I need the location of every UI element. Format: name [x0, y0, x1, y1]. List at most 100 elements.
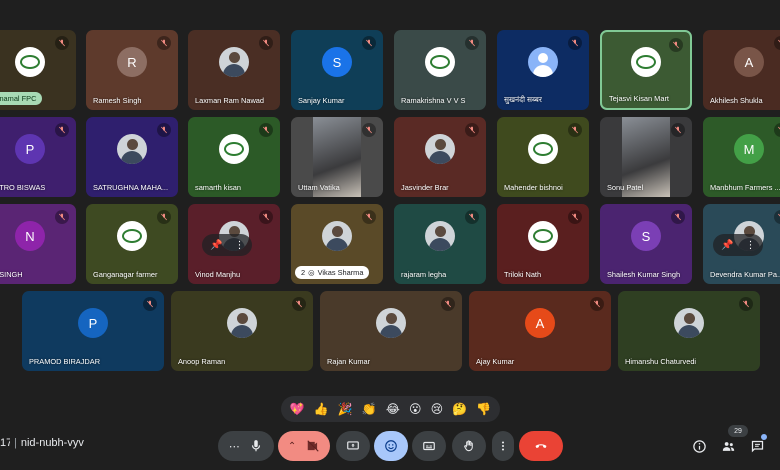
mic-off-icon [296, 300, 302, 308]
mic-off-icon [161, 126, 167, 134]
mic-off-icon [673, 41, 679, 49]
participant-tile[interactable]: Tejasvi Kisan Mart [600, 30, 692, 110]
participant-avatar [528, 134, 558, 164]
chat-icon [751, 440, 763, 452]
mic-muted-indicator [55, 210, 69, 224]
mic-off-icon [366, 126, 372, 134]
mic-muted-indicator [465, 210, 479, 224]
participant-avatar [117, 221, 147, 251]
clock-time: 17 [0, 437, 10, 449]
clapping-icon[interactable]: 👏 [362, 403, 377, 415]
participant-avatar [674, 308, 704, 338]
participant-name: Ramesh Singh [93, 96, 142, 105]
video-settings-button[interactable]: ⌃ [288, 441, 296, 452]
participant-avatar: N [15, 221, 45, 251]
camera-button[interactable] [306, 439, 320, 453]
participant-tile[interactable]: Uttam Vatika [291, 117, 383, 197]
participant-avatar: S [322, 47, 352, 77]
participant-name: rajaram legha [401, 270, 447, 279]
participant-name: Ganganagar farmer [93, 270, 158, 279]
mic-off-icon [59, 39, 65, 47]
participant-name: Manbhum Farmers ... [710, 183, 780, 192]
mic-button[interactable] [249, 439, 263, 453]
participant-tile[interactable]: A Akhilesh Shukla [703, 30, 780, 110]
mic-muted-indicator [671, 123, 685, 137]
avatar-initial: S [641, 228, 651, 244]
participant-tile[interactable]: Anoop Raman [171, 291, 313, 371]
participant-tile[interactable]: S Sanjay Kumar [291, 30, 383, 110]
surprised-icon[interactable]: 😮 [409, 403, 422, 415]
participant-avatar: P [78, 308, 108, 338]
pin-icon[interactable]: 📌 [721, 240, 733, 251]
participant-tile[interactable]: Triloki Nath [497, 204, 589, 284]
raise-hand-button[interactable] [452, 431, 486, 461]
participant-name: Ajay Kumar [476, 357, 515, 366]
participant-name: Sanjay Kumar [298, 96, 345, 105]
pin-icon[interactable]: 📌 [210, 240, 222, 251]
participant-tile[interactable]: R Ramesh Singh [86, 30, 178, 110]
present-button[interactable] [336, 431, 370, 461]
participant-name: Mahender bishnoi [504, 183, 563, 192]
captions-button[interactable] [412, 431, 446, 461]
participant-tile[interactable]: P MITRO BISWAS [0, 117, 76, 197]
participant-avatar [15, 47, 45, 77]
participant-tile[interactable]: Mahender bishnoi [497, 117, 589, 197]
participant-name: Shailesh Kumar Singh [607, 270, 681, 279]
tile-more-icon[interactable]: ⋮ [234, 240, 244, 251]
participant-tile[interactable]: SATRUGHNA MAHA... [86, 117, 178, 197]
sad-icon[interactable]: 😢 [431, 403, 444, 415]
mic-off-icon [469, 39, 475, 47]
meeting-code: nid-nubh-vyv [20, 437, 84, 449]
participant-tile[interactable]: Himanshu Chaturvedi [618, 291, 760, 371]
participant-tile[interactable]: M Manbhum Farmers ... [703, 117, 780, 197]
thinking-icon[interactable]: 🤔 [452, 403, 467, 415]
sparkling-heart-icon[interactable]: 💖 [290, 403, 305, 415]
laughing-icon[interactable]: 😂 [386, 403, 400, 415]
avatar-initial: N [25, 228, 35, 244]
participant-tile[interactable]: सुखनंदी सब्बर [497, 30, 589, 110]
participant-avatar [322, 221, 352, 251]
mic-off-icon [594, 300, 600, 308]
participant-name: Ranamal FPC [0, 92, 43, 105]
thumbs-down-icon[interactable]: 👎 [476, 403, 491, 415]
participant-tile[interactable]: Vinod Manjhu 📌 ⋮ [188, 204, 280, 284]
participant-tile[interactable]: Laxman Ram Nawad [188, 30, 280, 110]
participant-tile[interactable]: N M SINGH [0, 204, 76, 284]
participant-tile[interactable]: Ganganagar farmer [86, 204, 178, 284]
participant-tile[interactable]: Rajan Kumar [320, 291, 462, 371]
participant-name: samarth kisan [195, 183, 242, 192]
participant-avatar: S [631, 221, 661, 251]
mic-off-icon [675, 126, 681, 134]
mic-muted-indicator [362, 36, 376, 50]
mic-muted-indicator [465, 123, 479, 137]
participant-avatar [376, 308, 406, 338]
participant-avatar [117, 134, 147, 164]
participant-tile[interactable]: Jasvinder Brar [394, 117, 486, 197]
participant-tile[interactable]: 2 ◎ Vikas Sharma [291, 204, 383, 284]
participant-name: Devendra Kumar Pa... [710, 270, 780, 279]
more-options-button[interactable] [492, 431, 514, 461]
participant-name: Sonu Patel [607, 183, 644, 192]
participant-tile[interactable]: Ramakrishna V V S [394, 30, 486, 110]
reactions-button[interactable] [374, 431, 408, 461]
participant-tile[interactable]: P PRAMOD BIRAJDAR [22, 291, 164, 371]
mic-off-icon [469, 126, 475, 134]
participant-avatar: P [15, 134, 45, 164]
audio-settings-button[interactable]: ⋯ [229, 440, 240, 453]
participant-tile[interactable]: rajaram legha [394, 204, 486, 284]
mic-off-icon [469, 213, 475, 221]
participant-name: Tejasvi Kisan Mart [609, 94, 669, 103]
participant-tile[interactable]: samarth kisan [188, 117, 280, 197]
participant-tile[interactable]: Sonu Patel [600, 117, 692, 197]
mic-muted-indicator [669, 38, 683, 52]
participant-tile[interactable]: Ranamal FPC [0, 30, 76, 110]
tile-more-icon[interactable]: ⋮ [745, 240, 755, 251]
participant-tile[interactable]: Devendra Kumar Pa... 📌 ⋮ [703, 204, 780, 284]
thumbs-up-icon[interactable]: 👍 [314, 403, 329, 415]
meeting-details-button[interactable] [686, 433, 712, 459]
participant-tile[interactable]: A Ajay Kumar [469, 291, 611, 371]
participant-tile[interactable]: S Shailesh Kumar Singh [600, 204, 692, 284]
leave-call-button[interactable] [519, 431, 563, 461]
participant-name: Akhilesh Shukla [710, 96, 763, 105]
party-popper-icon[interactable]: 🎉 [338, 403, 353, 415]
